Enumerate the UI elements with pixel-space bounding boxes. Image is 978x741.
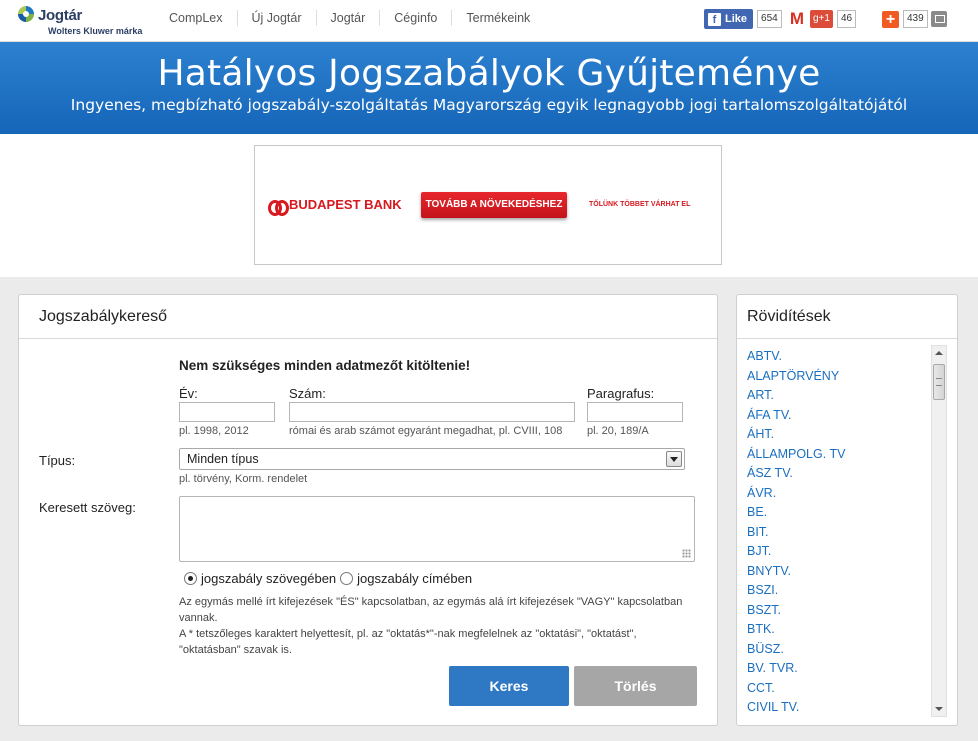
list-item[interactable]: ÁHT. [747,425,845,445]
scroll-up-icon[interactable] [932,346,946,360]
search-help-line-1: Az egymás mellé írt kifejezések "ÉS" kap… [179,596,683,624]
search-button[interactable]: Keres [449,666,569,706]
search-text-label: Keresett szöveg: [39,500,136,515]
search-scope-radios: jogszabály szövegében jogszabály címében [184,571,472,586]
search-help-text: Az egymás mellé írt kifejezések "ÉS" kap… [179,594,694,658]
legislation-search-panel: Jogszabálykereső Nem szükséges minden ad… [18,294,718,726]
list-item[interactable]: BSZT. [747,601,845,621]
list-item[interactable]: CCT. [747,679,845,699]
list-item[interactable]: ABTV. [747,347,845,367]
year-label: Év: [179,386,198,401]
list-item[interactable]: BTK. [747,620,845,640]
radio-in-title-label[interactable]: jogszabály címében [357,571,472,586]
facebook-like: f Like 654 [704,9,782,29]
form-hint: Nem szükséges minden adatmezőt kitölteni… [179,358,471,373]
list-item[interactable]: ALAPTÖRVÉNY [747,367,845,387]
scroll-down-icon[interactable] [932,702,946,716]
facebook-like-button[interactable]: f Like [704,9,754,29]
google-plus-button[interactable]: g+1 [810,10,833,28]
top-nav: CompLex Új Jogtár Jogtár Céginfo Terméke… [155,10,544,26]
ad-tagline: TŐLÜNK TÖBBET VÁRHAT EL [589,201,691,208]
paragraph-label: Paragrafus: [587,386,655,401]
type-select[interactable]: Minden típus [179,448,685,470]
jogtar-logo[interactable]: Jogtár Wolters Kluwer márka [18,4,148,38]
nav-link-termekeink[interactable]: Termékeink [451,10,544,26]
scrollbar-thumb[interactable] [933,364,945,400]
radio-in-body[interactable] [184,572,197,585]
list-item[interactable]: ÁFA TV. [747,406,845,426]
share-plus-icon[interactable]: + [882,10,899,28]
list-item[interactable]: BV. TVR. [747,659,845,679]
share-count: 439 [903,10,928,28]
resize-grip-icon[interactable] [682,549,691,558]
print-icon[interactable] [930,11,947,27]
list-item[interactable]: BÜSZ. [747,640,845,660]
logo-subtitle: Wolters Kluwer márka [48,26,143,36]
list-item[interactable]: ART. [747,386,845,406]
year-example: pl. 1998, 2012 [179,425,249,437]
page-subtitle: Ingyenes, megbízható jogszabály-szolgált… [70,96,908,114]
number-example: római és arab számot egyaránt megadhat, … [289,425,563,437]
facebook-icon: f [708,12,721,26]
abbreviations-panel: Rövidítések ABTV. ALAPTÖRVÉNY ART. ÁFA T… [736,294,958,726]
abbreviations-title: Rövidítések [737,295,957,339]
facebook-like-label: Like [725,13,748,25]
nav-link-jogtar[interactable]: Jogtár [315,10,380,26]
number-label: Szám: [289,386,326,401]
list-item[interactable]: BE. [747,503,845,523]
list-item[interactable]: BIT. [747,523,845,543]
list-item[interactable]: BSZI. [747,581,845,601]
share-widget: + 439 [882,9,947,29]
nav-link-ceginfo[interactable]: Céginfo [379,10,451,26]
ad-cta-button[interactable]: TOVÁBB A NÖVEKEDÉSHEZ [421,192,567,218]
header-banner: Hatályos Jogszabályok Gyűjteménye Ingyen… [0,42,978,134]
clear-button[interactable]: Törlés [574,666,697,706]
google-share: M g+1 46 [788,9,857,29]
ad-brand-name: BUDAPEST BANK [289,197,402,212]
list-item[interactable]: CIVIL TV. [747,698,845,718]
paragraph-example: pl. 20, 189/A [587,425,649,437]
top-bar: Jogtár Wolters Kluwer márka CompLex Új J… [0,0,978,42]
logo-name: Jogtár [38,7,83,24]
google-plus-count: 46 [836,10,857,28]
type-example: pl. törvény, Korm. rendelet [179,473,308,485]
nav-link-uj-jogtar[interactable]: Új Jogtár [236,10,316,26]
paragraph-input[interactable] [587,402,683,422]
list-item[interactable]: ÁVR. [747,484,845,504]
list-item[interactable]: BNYTV. [747,562,845,582]
year-input[interactable] [179,402,275,422]
budapest-bank-ad[interactable]: BUDAPEST BANK TOVÁBB A NÖVEKEDÉSHEZ TŐLÜ… [254,145,722,265]
search-text-input[interactable] [179,496,695,562]
chevron-down-icon[interactable] [666,451,682,467]
type-label: Típus: [39,453,76,468]
list-item[interactable]: ÁLLAMPOLG. TV [747,445,845,465]
page-title: Hatályos Jogszabályok Gyűjteménye [157,53,821,94]
ad-brand: BUDAPEST BANK [268,197,402,216]
facebook-like-count: 654 [757,10,782,28]
list-item[interactable]: BJT. [747,542,845,562]
budapest-bank-logo-icon [268,198,289,216]
type-select-value: Minden típus [187,452,259,466]
nav-link-complex[interactable]: CompLex [155,10,237,26]
abbreviations-list: ABTV. ALAPTÖRVÉNY ART. ÁFA TV. ÁHT. ÁLLA… [747,347,845,718]
ad-area: BUDAPEST BANK TOVÁBB A NÖVEKEDÉSHEZ TŐLÜ… [0,134,978,277]
gmail-icon[interactable]: M [788,10,806,27]
search-help-line-2: A * tetszőleges karaktert helyettesít, p… [179,628,637,656]
number-input[interactable] [289,402,575,422]
list-item[interactable]: ÁSZ TV. [747,464,845,484]
abbreviations-scrollbar[interactable] [931,345,947,717]
search-panel-title: Jogszabálykereső [19,295,717,339]
logo-mark-icon [18,6,34,22]
radio-in-title[interactable] [340,572,354,585]
radio-in-body-label[interactable]: jogszabály szövegében [201,571,336,586]
